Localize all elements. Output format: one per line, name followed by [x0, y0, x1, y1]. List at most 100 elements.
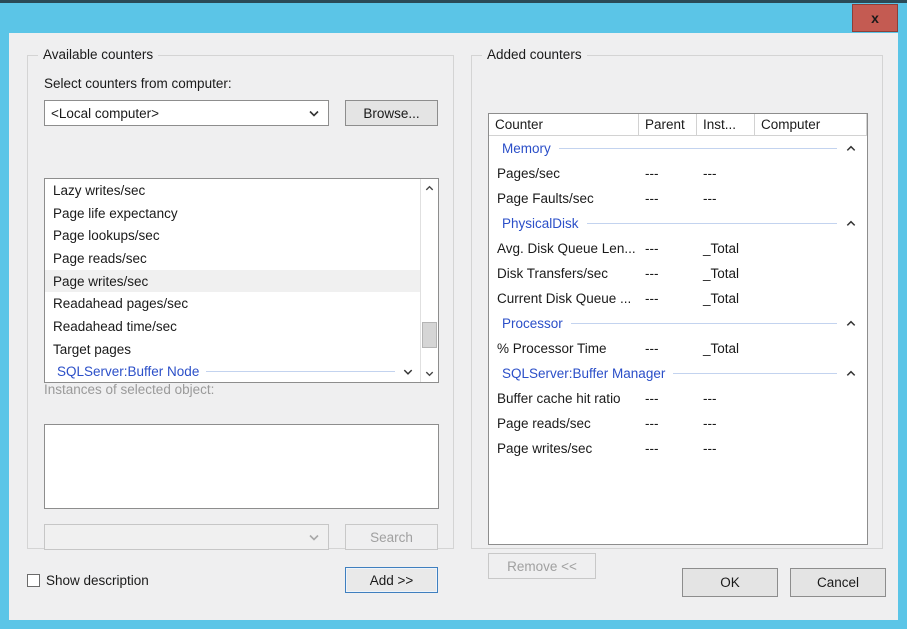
- computer-select-value: <Local computer>: [51, 106, 159, 121]
- computer-select[interactable]: <Local computer>: [44, 100, 329, 126]
- instance-filter-input[interactable]: [44, 524, 329, 550]
- cell-parent: ---: [639, 241, 697, 256]
- scroll-up-icon[interactable]: [421, 179, 438, 197]
- show-description-checkbox[interactable]: Show description: [27, 573, 149, 588]
- column-header-instance[interactable]: Inst...: [697, 114, 755, 135]
- chevron-up-icon[interactable]: [845, 318, 857, 330]
- cell-instance: _Total: [697, 241, 755, 256]
- search-button[interactable]: Search: [345, 524, 438, 550]
- cell-counter: Page writes/sec: [489, 441, 639, 456]
- available-list-scrollbar[interactable]: [420, 179, 438, 382]
- group-rule: [206, 371, 395, 372]
- cell-parent: ---: [639, 391, 697, 406]
- group-rule: [559, 148, 837, 149]
- checkbox-box: [27, 574, 40, 587]
- cancel-button[interactable]: Cancel: [790, 568, 886, 597]
- counter-list-item[interactable]: Page lookups/sec: [45, 224, 420, 247]
- cell-counter: Current Disk Queue ...: [489, 291, 639, 306]
- counter-group-row[interactable]: SQLServer:Buffer Node: [45, 361, 420, 383]
- cell-counter: Pages/sec: [489, 166, 639, 181]
- counter-list-item-label: Page lookups/sec: [53, 228, 160, 243]
- ok-button[interactable]: OK: [682, 568, 778, 597]
- cell-instance: ---: [697, 391, 755, 406]
- added-counters-table[interactable]: Counter Parent Inst... Computer Memory Pa…: [488, 113, 868, 545]
- added-group-row[interactable]: PhysicalDisk: [489, 211, 867, 236]
- available-counters-group: Available counters Select counters from …: [27, 55, 454, 549]
- column-header-parent[interactable]: Parent: [639, 114, 697, 135]
- table-row[interactable]: Page writes/sec------: [489, 436, 867, 461]
- table-row[interactable]: Disk Transfers/sec---_Total: [489, 261, 867, 286]
- cell-instance: _Total: [697, 266, 755, 281]
- chevron-down-icon: [308, 107, 320, 119]
- table-row[interactable]: Pages/sec------: [489, 161, 867, 186]
- cell-parent: ---: [639, 441, 697, 456]
- chevron-down-icon: [308, 531, 320, 543]
- counter-list-item[interactable]: Lazy writes/sec: [45, 179, 420, 202]
- cell-parent: ---: [639, 291, 697, 306]
- chevron-down-icon[interactable]: [402, 366, 414, 378]
- table-row[interactable]: % Processor Time---_Total: [489, 336, 867, 361]
- added-counters-header: Counter Parent Inst... Computer: [489, 114, 867, 136]
- added-counters-rows: MemoryPages/sec------Page Faults/sec----…: [489, 136, 867, 461]
- cell-counter: Page reads/sec: [489, 416, 639, 431]
- available-counters-list[interactable]: Lazy writes/sec Page life expectancy Page …: [44, 178, 439, 383]
- added-counters-group: Added counters Counter Parent Inst... Co…: [471, 55, 883, 549]
- column-header-computer[interactable]: Computer: [755, 114, 867, 135]
- add-button[interactable]: Add >>: [345, 567, 438, 593]
- group-rule: [571, 323, 837, 324]
- table-row[interactable]: Current Disk Queue ...---_Total: [489, 286, 867, 311]
- counter-list-item[interactable]: Page life expectancy: [45, 202, 420, 225]
- counter-list-item[interactable]: Readahead pages/sec: [45, 292, 420, 315]
- cell-counter: % Processor Time: [489, 341, 639, 356]
- counter-list-item[interactable]: Readahead time/sec: [45, 315, 420, 338]
- desktop-background: x Available counters Select counters fro…: [0, 0, 907, 629]
- cell-instance: ---: [697, 441, 755, 456]
- added-group-row[interactable]: Processor: [489, 311, 867, 336]
- scroll-down-icon[interactable]: [421, 364, 438, 382]
- instances-label: Instances of selected object:: [44, 382, 214, 397]
- added-group-row[interactable]: SQLServer:Buffer Manager: [489, 361, 867, 386]
- cell-instance: ---: [697, 416, 755, 431]
- added-counters-title: Added counters: [482, 47, 587, 62]
- chevron-up-icon[interactable]: [845, 218, 857, 230]
- scrollbar-thumb[interactable]: [422, 322, 437, 348]
- available-counters-title: Available counters: [38, 47, 158, 62]
- added-group-label: Processor: [502, 316, 563, 331]
- close-icon[interactable]: x: [852, 4, 898, 32]
- add-counters-dialog: Available counters Select counters from …: [9, 33, 898, 620]
- added-group-label: SQLServer:Buffer Manager: [502, 366, 665, 381]
- counter-list-item-label: Page writes/sec: [53, 274, 148, 289]
- counter-list-item-label: Target pages: [53, 342, 131, 357]
- counter-list-item[interactable]: Target pages: [45, 338, 420, 361]
- counter-group-label: SQLServer:Buffer Node: [57, 364, 199, 379]
- table-row[interactable]: Avg. Disk Queue Len...---_Total: [489, 236, 867, 261]
- table-row[interactable]: Page Faults/sec------: [489, 186, 867, 211]
- counter-list-item[interactable]: Page writes/sec: [45, 270, 420, 293]
- column-header-counter[interactable]: Counter: [489, 114, 639, 135]
- table-row[interactable]: Buffer cache hit ratio------: [489, 386, 867, 411]
- added-group-row[interactable]: Memory: [489, 136, 867, 161]
- cell-instance: _Total: [697, 291, 755, 306]
- instances-list[interactable]: [44, 424, 439, 509]
- chevron-up-icon[interactable]: [845, 368, 857, 380]
- cell-instance: ---: [697, 191, 755, 206]
- show-description-label: Show description: [46, 573, 149, 588]
- cell-counter: Page Faults/sec: [489, 191, 639, 206]
- remove-button[interactable]: Remove <<: [488, 553, 596, 579]
- added-group-label: Memory: [502, 141, 551, 156]
- group-rule: [587, 223, 837, 224]
- table-row[interactable]: Page reads/sec------: [489, 411, 867, 436]
- cell-parent: ---: [639, 416, 697, 431]
- select-computer-label: Select counters from computer:: [44, 76, 232, 91]
- chevron-up-icon[interactable]: [845, 143, 857, 155]
- counter-list-item[interactable]: Page reads/sec: [45, 247, 420, 270]
- cell-parent: ---: [639, 191, 697, 206]
- added-group-label: PhysicalDisk: [502, 216, 579, 231]
- cell-parent: ---: [639, 341, 697, 356]
- window-title-bar: x: [0, 3, 907, 33]
- counter-list-item-label: Page life expectancy: [53, 206, 178, 221]
- counter-list-item-label: Readahead pages/sec: [53, 296, 188, 311]
- browse-button[interactable]: Browse...: [345, 100, 438, 126]
- cell-counter: Avg. Disk Queue Len...: [489, 241, 639, 256]
- cell-parent: ---: [639, 266, 697, 281]
